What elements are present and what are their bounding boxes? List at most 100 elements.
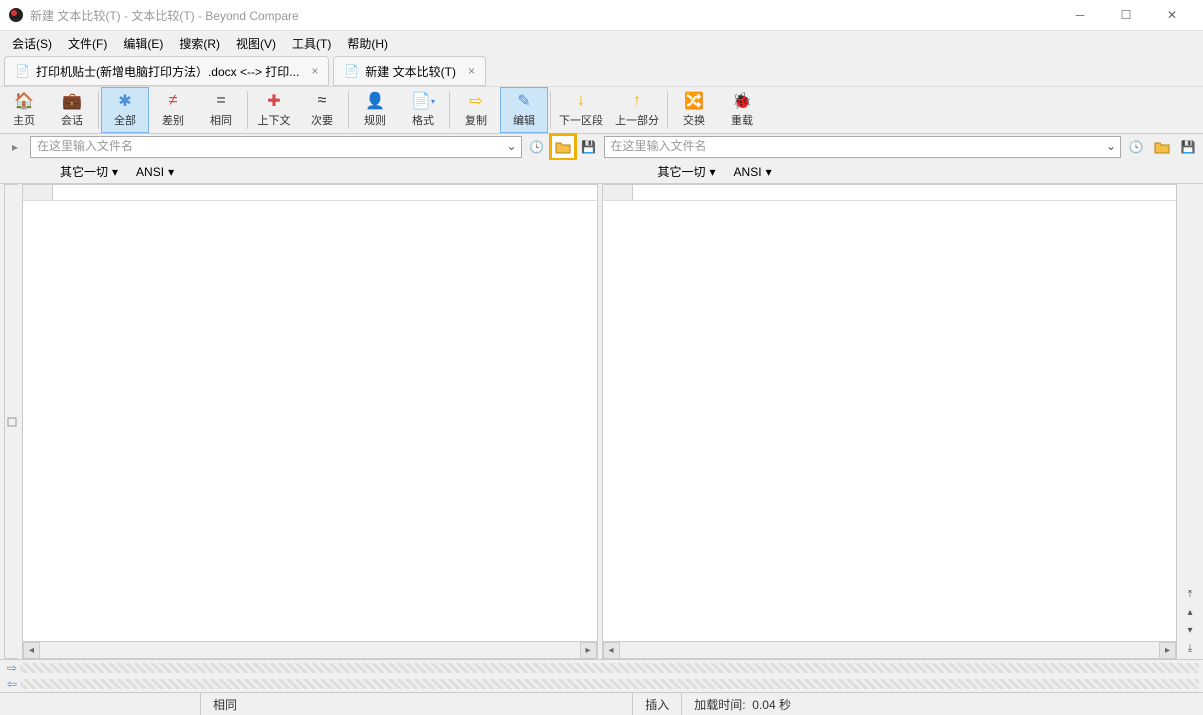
toolbar-上一部分-button[interactable]: ↑ 上一部分 (609, 87, 665, 133)
save-right-button[interactable]: 💾 (1177, 136, 1199, 158)
minimize-button[interactable]: ─ (1057, 0, 1103, 30)
merge-right-icon[interactable]: ⇨ (4, 660, 20, 676)
left-gutter (23, 185, 597, 201)
window-title: 新建 文本比较(T) - 文本比较(T) - Beyond Compare (30, 7, 1057, 24)
menu-item[interactable]: 会话(S) (4, 31, 60, 56)
menu-item[interactable]: 视图(V) (228, 31, 284, 56)
toolbar-格式-button[interactable]: 📄▾格式 (399, 87, 447, 133)
right-encoding-dropdown[interactable]: ANSI▾ (728, 163, 778, 181)
left-encoding-dropdown[interactable]: ANSI▾ (130, 163, 180, 181)
toolbar-label: 相同 (210, 112, 232, 128)
nav-up-icon[interactable]: ▴ (1183, 605, 1197, 619)
toolbar-次要-button[interactable]: ≈次要 (298, 87, 346, 133)
toolbar-重载-button[interactable]: 🐞重载 (718, 87, 766, 133)
toolbar-icon: 🏠 (15, 92, 33, 110)
path-row: ▸ 在这里输入文件名 ⌄ 🕓 💾 在这里输入文件名 ⌄ 🕓 💾 (0, 134, 1203, 160)
toolbar-规则-button[interactable]: 👤规则 (351, 87, 399, 133)
nav-up-top-icon[interactable]: ⤒ (1183, 587, 1197, 601)
left-overview-strip[interactable] (4, 184, 18, 659)
menu-item[interactable]: 帮助(H) (339, 31, 396, 56)
history-left-icon[interactable]: 🕓 (526, 136, 548, 158)
toolbar-全部-button[interactable]: ✱全部 (101, 87, 149, 133)
menu-item[interactable]: 文件(F) (60, 31, 115, 56)
status-mode: 插入 (632, 693, 681, 715)
scroll-right-icon[interactable]: ▸ (580, 642, 597, 659)
toolbar-icon: ✚ (265, 92, 283, 110)
toolbar-label: 次要 (311, 112, 333, 128)
right-hscroll[interactable]: ◂ ▸ (603, 641, 1177, 658)
toolbar-label: 上下文 (258, 112, 291, 128)
right-file-input[interactable]: 在这里输入文件名 ⌄ (604, 136, 1122, 158)
dropdown-icon[interactable]: ⌄ (506, 139, 516, 153)
close-button[interactable]: ✕ (1149, 0, 1195, 30)
toolbar-会话-button[interactable]: 💼 会话 (48, 87, 96, 133)
merge-track-left (20, 679, 1199, 689)
toolbar-icon: ↓ (572, 92, 590, 110)
chevron-down-icon: ▾ (168, 165, 174, 179)
scroll-left-icon[interactable]: ◂ (603, 642, 620, 659)
open-right-button[interactable] (1151, 136, 1173, 158)
scroll-right-icon[interactable]: ▸ (1159, 642, 1176, 659)
scroll-left-icon[interactable]: ◂ (23, 642, 40, 659)
side-nav-buttons: ⤒ ▴ ▾ ⤓ (1181, 184, 1199, 659)
tab-doc-icon: 📄 (344, 64, 359, 78)
toolbar-label: 全部 (114, 112, 136, 128)
tab-close-icon[interactable]: × (468, 64, 475, 78)
nav-down-bottom-icon[interactable]: ⤓ (1183, 641, 1197, 655)
dropdown-icon[interactable]: ⌄ (1106, 139, 1116, 153)
toolbar-label: 会话 (61, 112, 83, 128)
session-tab[interactable]: 📄 新建 文本比较(T) × (333, 56, 486, 86)
menu-item[interactable]: 搜索(R) (171, 31, 228, 56)
history-right-icon[interactable]: 🕓 (1125, 136, 1147, 158)
tab-label: 新建 文本比较(T) (365, 63, 456, 80)
toolbar-编辑-button[interactable]: ✎编辑 (500, 87, 548, 133)
toolbar-label: 复制 (465, 112, 487, 128)
chevron-down-icon: ▾ (710, 165, 716, 179)
right-filter-dropdown[interactable]: 其它一切▾ (652, 161, 722, 182)
session-tab[interactable]: 📄打印机贴士(新增电脑打印方法）.docx <--> 打印...× (4, 56, 329, 86)
toolbar-icon: ✎ (515, 92, 533, 110)
left-content[interactable] (23, 201, 597, 641)
toolbar-label: 上一部分 (615, 112, 659, 128)
left-file-input[interactable]: 在这里输入文件名 ⌄ (30, 136, 522, 158)
toolbar-上下文-button[interactable]: ✚ 上下文 (250, 87, 298, 133)
tab-doc-icon: 📄 (15, 64, 30, 78)
open-left-button[interactable] (552, 136, 574, 158)
toolbar-icon: ≠ (164, 92, 182, 110)
toolbar-icon: ⇨ (467, 92, 485, 110)
save-left-button[interactable]: 💾 (578, 136, 600, 158)
merge-left-icon[interactable]: ⇦ (4, 676, 20, 692)
menu-item[interactable]: 工具(T) (284, 31, 339, 56)
toolbar-交换-button[interactable]: 🔀交换 (670, 87, 718, 133)
toolbar-差别-button[interactable]: ≠差别 (149, 87, 197, 133)
status-load: 加载时间: 0.04 秒 (681, 693, 803, 715)
nav-down-icon[interactable]: ▾ (1183, 623, 1197, 637)
right-content[interactable] (603, 201, 1177, 641)
toolbar-label: 下一区段 (559, 112, 603, 128)
toolbar-主页-button[interactable]: 🏠主页 (0, 87, 48, 133)
tab-close-icon[interactable]: × (311, 64, 318, 78)
toolbar-icon: 🔀 (685, 92, 703, 110)
toolbar-下一区段-button[interactable]: ↓ 下一区段 (553, 87, 609, 133)
right-pane: ◂ ▸ (602, 184, 1178, 659)
toolbar-复制-button[interactable]: ⇨ 复制 (452, 87, 500, 133)
toolbar-icon: = (212, 92, 230, 110)
toolbar-label: 格式 (412, 112, 434, 128)
left-file-placeholder: 在这里输入文件名 (37, 139, 133, 153)
toolbar-icon: ↑ (628, 92, 646, 110)
left-hscroll[interactable]: ◂ ▸ (23, 641, 597, 658)
title-bar: 新建 文本比较(T) - 文本比较(T) - Beyond Compare ─ … (0, 0, 1203, 30)
expand-left-icon[interactable]: ▸ (4, 136, 26, 158)
menu-item[interactable]: 编辑(E) (115, 31, 171, 56)
maximize-button[interactable]: ☐ (1103, 0, 1149, 30)
left-filter-dropdown[interactable]: 其它一切▾ (54, 161, 124, 182)
chevron-down-icon: ▾ (112, 165, 118, 179)
right-file-placeholder: 在这里输入文件名 (611, 139, 707, 153)
toolbar-icon: 💼 (63, 92, 81, 110)
tab-bar: 📄打印机贴士(新增电脑打印方法）.docx <--> 打印...×📄新建 文本比… (0, 56, 1203, 86)
toolbar-相同-button[interactable]: = 相同 (197, 87, 245, 133)
app-icon (8, 7, 24, 23)
left-pane: ◂ ▸ (22, 184, 598, 659)
filter-row: 其它一切▾ ANSI▾ 其它一切▾ ANSI▾ (0, 160, 1203, 184)
toolbar: 🏠主页 💼 会话 ✱全部≠差别 = 相同 ✚ 上下文 ≈次要👤规则📄▾格式 ⇨ 复制 ✎编辑 ↓ 下一区段… (0, 86, 1203, 134)
